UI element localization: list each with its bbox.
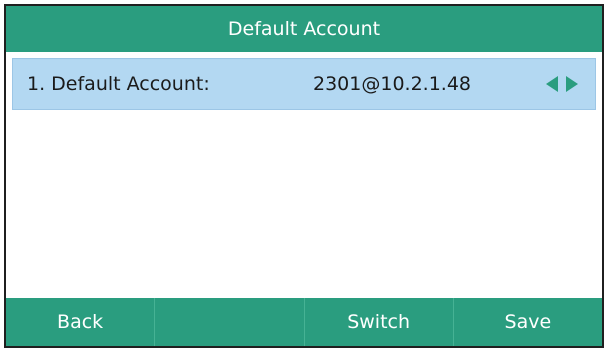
settings-list: 1. Default Account: 2301@10.2.1.48 — [6, 52, 602, 110]
back-button-label: Back — [57, 311, 104, 333]
right-arrow-icon[interactable] — [565, 76, 579, 92]
left-arrow-icon[interactable] — [545, 76, 559, 92]
softkey-bar: Back Switch Save — [6, 298, 602, 346]
switch-button[interactable]: Switch — [303, 298, 453, 346]
value-switcher[interactable] — [545, 59, 579, 109]
back-button[interactable]: Back — [6, 298, 154, 346]
switch-button-label: Switch — [347, 311, 411, 333]
phone-screen: Default Account 1. Default Account: 2301… — [4, 4, 604, 348]
page-title: Default Account — [227, 18, 381, 40]
empty-softkey[interactable] — [154, 298, 303, 346]
save-button[interactable]: Save — [452, 298, 602, 346]
list-item-label: 1. Default Account: — [27, 73, 210, 95]
list-item-value: 2301@10.2.1.48 — [313, 73, 472, 95]
save-button-label: Save — [504, 311, 552, 333]
title-bar: Default Account — [6, 6, 602, 52]
list-item-default-account[interactable]: 1. Default Account: 2301@10.2.1.48 — [12, 58, 596, 110]
